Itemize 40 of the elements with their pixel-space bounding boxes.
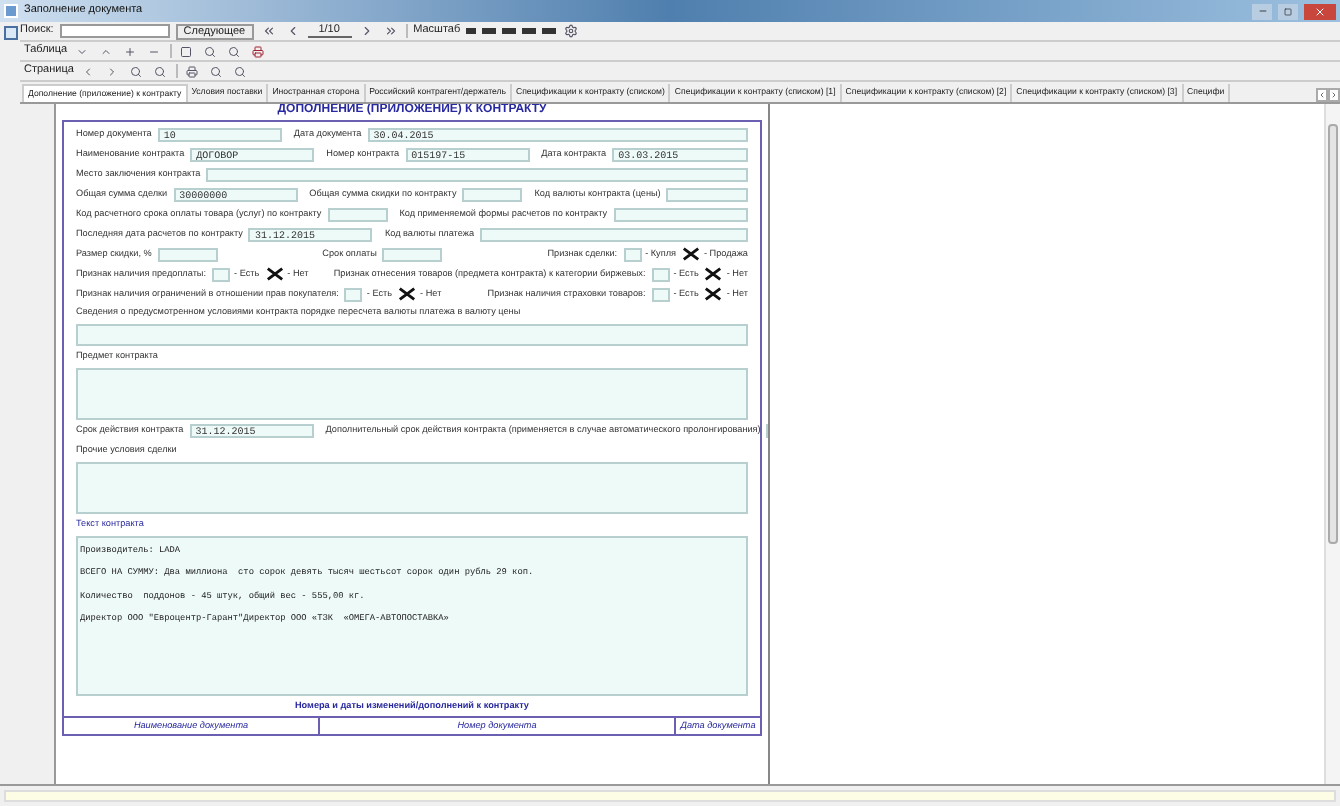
- search-field[interactable]: [59, 24, 170, 38]
- first-page-icon[interactable]: [259, 22, 278, 40]
- search-icon[interactable]: [151, 62, 170, 80]
- checkbox[interactable]: [398, 287, 417, 301]
- search-icon[interactable]: [207, 62, 226, 80]
- table-icon[interactable]: [177, 42, 196, 60]
- input-field[interactable]: [666, 187, 748, 201]
- close-icon: [1314, 5, 1326, 17]
- scroll-thumb[interactable]: [1328, 124, 1338, 544]
- checkbox[interactable]: [682, 247, 700, 261]
- maximize-icon: [1284, 7, 1292, 15]
- minimize-icon: [1257, 6, 1267, 16]
- input-field[interactable]: [382, 247, 443, 261]
- maximize-button[interactable]: [1278, 3, 1298, 19]
- search-icon[interactable]: [201, 42, 220, 60]
- settings-icon[interactable]: [562, 22, 581, 40]
- add-icon[interactable]: [121, 42, 140, 60]
- last-page-icon[interactable]: [381, 22, 400, 40]
- input-field[interactable]: [327, 207, 388, 221]
- input-field[interactable]: [206, 167, 748, 181]
- checkbox-icon[interactable]: [3, 26, 17, 40]
- search-icon[interactable]: [231, 62, 250, 80]
- app-icon: [4, 4, 18, 18]
- checkbox[interactable]: [704, 287, 723, 301]
- tab-scroll-left-button[interactable]: [1316, 88, 1328, 102]
- checkbox[interactable]: [704, 267, 723, 281]
- input-field[interactable]: [480, 227, 748, 241]
- print-icon[interactable]: [183, 62, 202, 80]
- text-area[interactable]: [76, 535, 748, 696]
- close-button[interactable]: [1304, 3, 1336, 19]
- tab-scroll-right-button[interactable]: [1328, 88, 1340, 102]
- search-icon[interactable]: [127, 62, 146, 80]
- input-field[interactable]: [462, 187, 523, 201]
- search-icon[interactable]: [225, 42, 244, 60]
- scrollbar[interactable]: [1324, 104, 1340, 784]
- checkbox[interactable]: [265, 267, 284, 281]
- input-field[interactable]: [613, 207, 748, 221]
- minimize-button[interactable]: [1252, 3, 1272, 19]
- print-icon[interactable]: [249, 42, 268, 60]
- input-field[interactable]: [157, 247, 218, 261]
